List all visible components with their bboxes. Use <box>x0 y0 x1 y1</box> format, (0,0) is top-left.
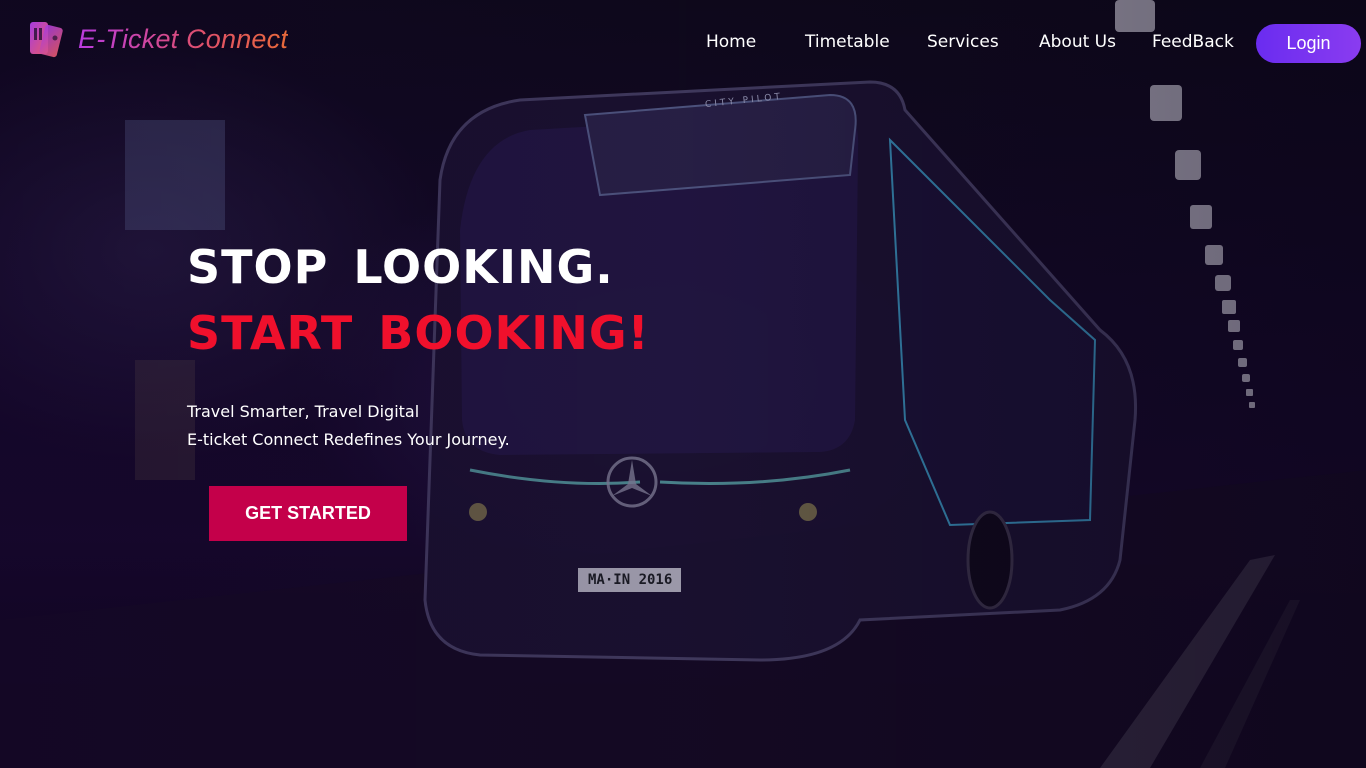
hero-section: STOP LOOKING. START BOOKING! Travel Smar… <box>187 240 650 541</box>
hero-tagline-line2: E-ticket Connect Redefines Your Journey. <box>187 430 510 449</box>
get-started-button[interactable]: GET STARTED <box>209 486 407 541</box>
license-plate-text: MA·IN 2016 <box>588 572 673 588</box>
nav-feedback[interactable]: FeedBack <box>1152 32 1234 52</box>
nav-timetable[interactable]: Timetable <box>805 32 890 52</box>
hero-tagline-line1: Travel Smarter, Travel Digital <box>187 402 420 421</box>
nav-about-us[interactable]: About Us <box>1039 32 1116 52</box>
login-button[interactable]: Login <box>1256 24 1361 63</box>
nav-services[interactable]: Services <box>927 32 999 52</box>
main-nav: Home Timetable Services About Us FeedBac… <box>0 24 1366 64</box>
hero-headline-line1: STOP LOOKING. <box>187 240 614 294</box>
nav-home[interactable]: Home <box>706 32 756 52</box>
hero-headline-line2: START BOOKING! <box>187 306 650 360</box>
hero-tagline: Travel Smarter, Travel Digital E-ticket … <box>187 398 650 454</box>
site-header: E-Ticket Connect Home Timetable Services… <box>0 0 1366 84</box>
